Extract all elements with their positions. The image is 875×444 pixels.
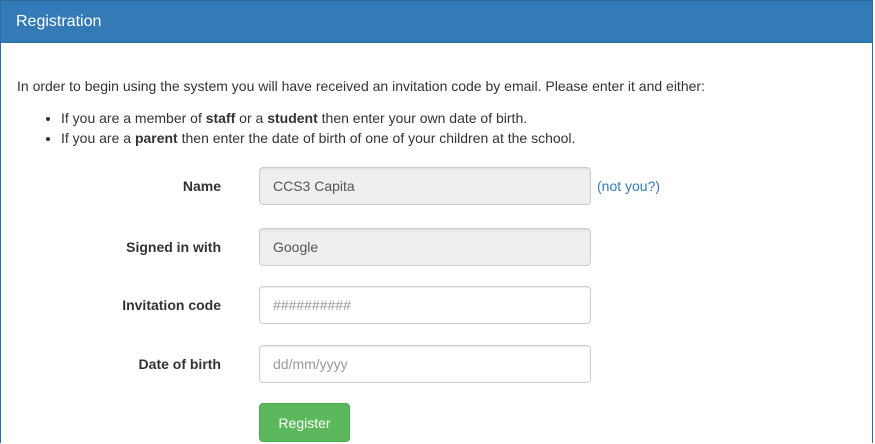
invitation-code-row: Invitation code — [1, 286, 874, 324]
instruction-text: then enter the date of birth of one of y… — [177, 130, 576, 146]
instruction-parent: If you are a parent then enter the date … — [61, 128, 575, 148]
instruction-text: If you are a member of — [61, 110, 206, 126]
signed-in-with-row: Signed in with — [1, 228, 874, 266]
name-label: Name — [182, 178, 221, 194]
keyword-staff: staff — [205, 110, 236, 126]
instruction-staff-student: If you are a member of staff or a studen… — [61, 108, 575, 128]
name-field[interactable] — [259, 167, 591, 205]
instruction-text: or a — [235, 110, 268, 126]
registration-panel: Registration In order to begin using the… — [0, 0, 873, 443]
register-button[interactable]: Register — [259, 403, 350, 442]
instruction-text: If you are a — [61, 130, 135, 146]
name-row: Name (not you?) — [1, 167, 874, 205]
date-of-birth-input[interactable] — [259, 345, 591, 383]
signed-in-with-label: Signed in with — [126, 239, 221, 255]
instructions-list: If you are a member of staff or a studen… — [41, 108, 575, 148]
date-of-birth-label: Date of birth — [138, 356, 221, 372]
signed-in-with-field[interactable] — [259, 228, 591, 266]
invitation-code-label: Invitation code — [122, 297, 221, 313]
panel-title: Registration — [1, 1, 872, 43]
intro-text: In order to begin using the system you w… — [17, 78, 705, 94]
keyword-student: student — [267, 110, 318, 126]
not-you-link[interactable]: (not you?) — [597, 167, 660, 205]
instruction-text: then enter your own date of birth. — [317, 110, 528, 126]
invitation-code-input[interactable] — [259, 286, 591, 324]
date-of-birth-row: Date of birth — [1, 345, 874, 383]
keyword-parent: parent — [134, 130, 178, 146]
